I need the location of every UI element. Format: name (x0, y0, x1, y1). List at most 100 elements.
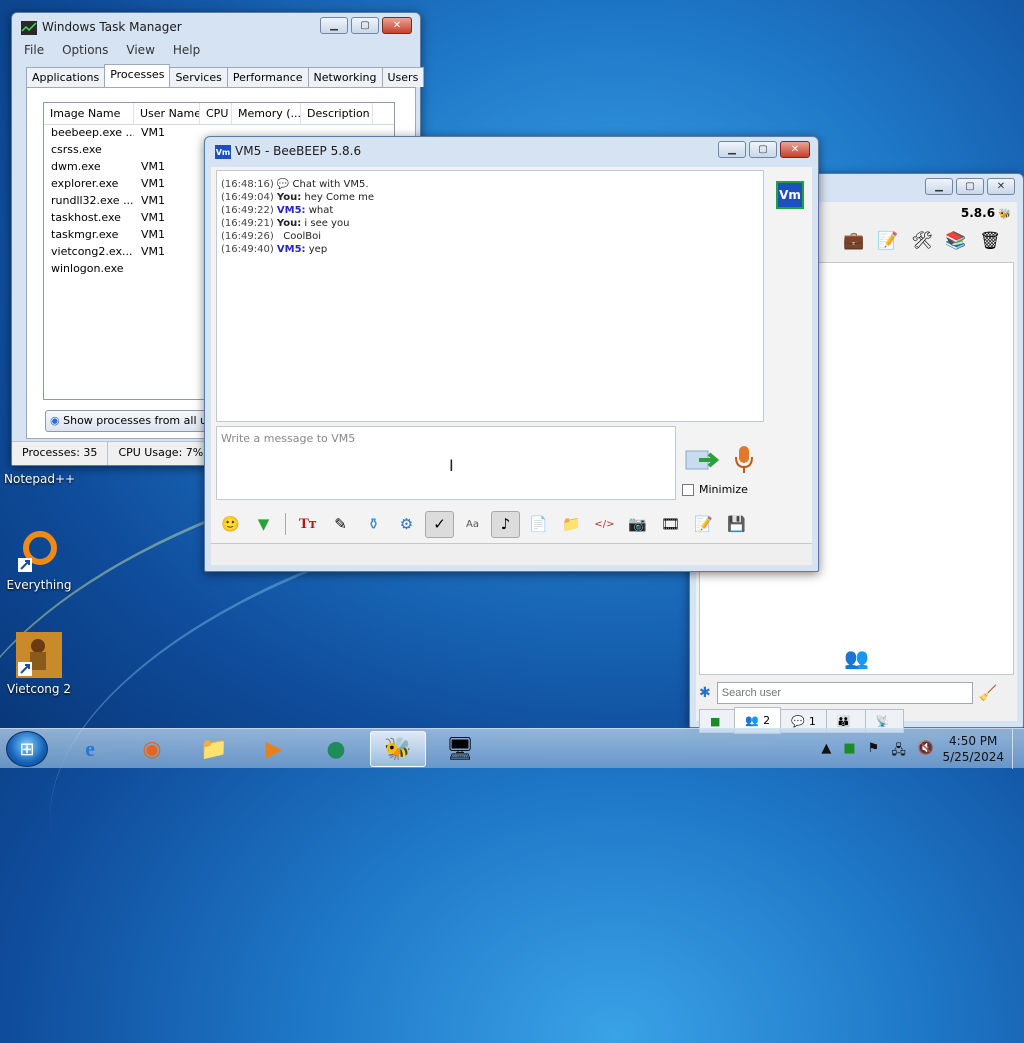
menu-view[interactable]: View (126, 43, 154, 57)
download-icon[interactable]: ▼ (249, 511, 278, 538)
chat-message: (16:48:16) 💬 Chat with VM5. (221, 179, 759, 192)
desktop-icon-everything[interactable]: Everything (4, 528, 74, 592)
microphone-icon[interactable] (733, 445, 755, 475)
taskbar-media-player[interactable]: ▶ (246, 731, 302, 767)
books-icon[interactable]: 📚 (943, 228, 969, 254)
tab-applications[interactable]: Applications (26, 67, 106, 87)
spellcheck-icon[interactable]: ✓ (425, 510, 454, 538)
toolbar-separator (285, 513, 286, 535)
trash-icon[interactable]: 🗑 (977, 228, 1003, 254)
chat-history[interactable]: (16:48:16) 💬 Chat with VM5. (16:49:04) Y… (216, 170, 764, 422)
minimize-button[interactable]: ▁ (925, 178, 953, 195)
maximize-button[interactable]: ▢ (749, 141, 777, 158)
taskbar-firefox[interactable]: ◉ (124, 731, 180, 767)
tools-icon[interactable]: 🛠 (909, 228, 935, 254)
tab-performance[interactable]: Performance (226, 67, 309, 87)
taskbar: ⊞ e ◉ 📁 ▶ ● 🐝 🖥 ▲ ■ ⚑ 🖧 🔇 4:50 PM 5/25/2… (0, 728, 1024, 769)
send-file-icon[interactable]: 📄 (524, 511, 553, 538)
close-button[interactable]: ✕ (987, 178, 1015, 195)
send-folder-icon[interactable]: 📁 (557, 511, 586, 538)
beebeep-chat-window: Vm VM5 - BeeBEEP 5.8.6 ▁ ▢ ✕ (16:48:16) … (204, 136, 819, 572)
settings-icon[interactable]: ⚙ (392, 511, 421, 538)
color-icon[interactable]: ✎ (326, 511, 355, 538)
shield-icon: ◉ (50, 414, 60, 427)
volume-muted-icon[interactable]: 🔇 (918, 741, 934, 763)
minimize-button[interactable]: ▁ (718, 141, 746, 158)
minimize-button[interactable]: ▁ (320, 17, 348, 34)
taskbar-explorer[interactable]: 📁 (186, 731, 242, 767)
filter-icon[interactable]: ⚱ (359, 511, 388, 538)
desktop-icon-label: Vietcong 2 (7, 682, 71, 696)
briefcase-icon[interactable]: 💼 (841, 228, 867, 254)
menu-options[interactable]: Options (62, 43, 108, 57)
chat-app-icon: ● (326, 736, 346, 762)
column-description[interactable]: Description (301, 103, 373, 124)
tab-processes[interactable]: Processes (104, 64, 171, 87)
clear-search-icon[interactable]: 🧹 (979, 684, 998, 702)
taskbar-ie[interactable]: e (62, 731, 118, 767)
column-cpu[interactable]: CPU (200, 103, 232, 124)
message-text: yep (308, 244, 328, 255)
desktop-icon-notepadpp[interactable]: Notepad++ (4, 472, 76, 486)
minimize-checkbox[interactable] (682, 483, 694, 496)
menu-bar: File Options View Help (24, 43, 200, 57)
message-text: CoolBoi (283, 231, 322, 242)
screenshot-icon[interactable]: 📷 (623, 511, 652, 538)
avatar[interactable]: Vm (776, 181, 804, 209)
maximize-button[interactable]: ▢ (351, 17, 379, 34)
close-button[interactable]: ✕ (780, 141, 810, 158)
message-sender: VM5: (276, 244, 306, 255)
system-tray: ▲ ■ ⚑ 🖧 🔇 (821, 741, 934, 763)
edit-icon[interactable]: 📝 (875, 228, 901, 254)
message-input[interactable]: Write a message to VM5 (216, 426, 676, 500)
column-memory[interactable]: Memory (... (232, 103, 301, 124)
tab-networking[interactable]: Networking (307, 67, 383, 87)
taskbar-beebeep[interactable]: 🐝 (370, 731, 426, 767)
system-clock[interactable]: 4:50 PM 5/25/2024 (942, 733, 1004, 765)
edit-icon[interactable]: 📝 (689, 511, 718, 538)
send-icon[interactable] (685, 447, 720, 473)
music-icon[interactable]: ♪ (491, 510, 520, 538)
show-hidden-icons-icon[interactable]: ▲ (821, 741, 831, 763)
text-icon[interactable]: Aa (458, 511, 487, 538)
minimize-option[interactable]: Minimize (682, 483, 748, 496)
beebeep-tray-icon[interactable]: ■ (843, 741, 855, 763)
chat-bubble-icon: 💬 (276, 179, 290, 190)
chat-message: (16:49:40) VM5: yep (221, 244, 759, 257)
code-icon[interactable]: </> (590, 511, 619, 538)
cell-image: taskmgr.exe (51, 228, 119, 241)
firefox-icon: ◉ (142, 736, 162, 762)
cell-user (134, 142, 200, 159)
chat-titlebar[interactable]: Vm VM5 - BeeBEEP 5.8.6 ▁ ▢ ✕ (205, 137, 818, 165)
settings-icon[interactable]: ✱ (699, 685, 711, 701)
save-icon[interactable]: 💾 (722, 511, 751, 538)
smiley-icon[interactable]: 🙂 (216, 511, 245, 538)
font-icon[interactable]: Tт (293, 511, 322, 538)
column-user-name[interactable]: User Name (134, 103, 200, 124)
tab-label: 1 (808, 714, 816, 728)
search-user-input[interactable] (716, 682, 973, 704)
internet-explorer-icon: e (85, 736, 95, 761)
vietcong2-icon (16, 632, 62, 678)
column-image-name[interactable]: Image Name (44, 103, 134, 124)
action-center-flag-icon[interactable]: ⚑ (868, 741, 880, 763)
cell-image: dwm.exe (51, 160, 101, 173)
maximize-button[interactable]: ▢ (956, 178, 984, 195)
show-desktop-button[interactable] (1012, 729, 1024, 769)
taskbar-task-manager[interactable]: 🖥 (432, 731, 488, 767)
task-manager-titlebar[interactable]: Windows Task Manager ▁ ▢ ✕ (12, 13, 420, 41)
taskbar-chat-app[interactable]: ● (308, 731, 364, 767)
film-icon[interactable]: 🎞 (656, 511, 685, 538)
menu-file[interactable]: File (24, 43, 44, 57)
tab-services[interactable]: Services (169, 67, 228, 87)
network-icon[interactable]: 🖧 (891, 741, 906, 763)
menu-help[interactable]: Help (173, 43, 200, 57)
status-icon: ■ (710, 714, 721, 728)
tab-users[interactable]: Users (381, 67, 425, 87)
processes-count: Processes: 35 (12, 442, 109, 465)
close-button[interactable]: ✕ (382, 17, 412, 34)
desktop-icon-label: Notepad++ (4, 472, 76, 486)
start-button[interactable]: ⊞ (6, 731, 48, 767)
chat-message: (16:49:04) You: hey Come me (221, 192, 759, 205)
desktop-icon-vietcong2[interactable]: Vietcong 2 (4, 632, 74, 696)
